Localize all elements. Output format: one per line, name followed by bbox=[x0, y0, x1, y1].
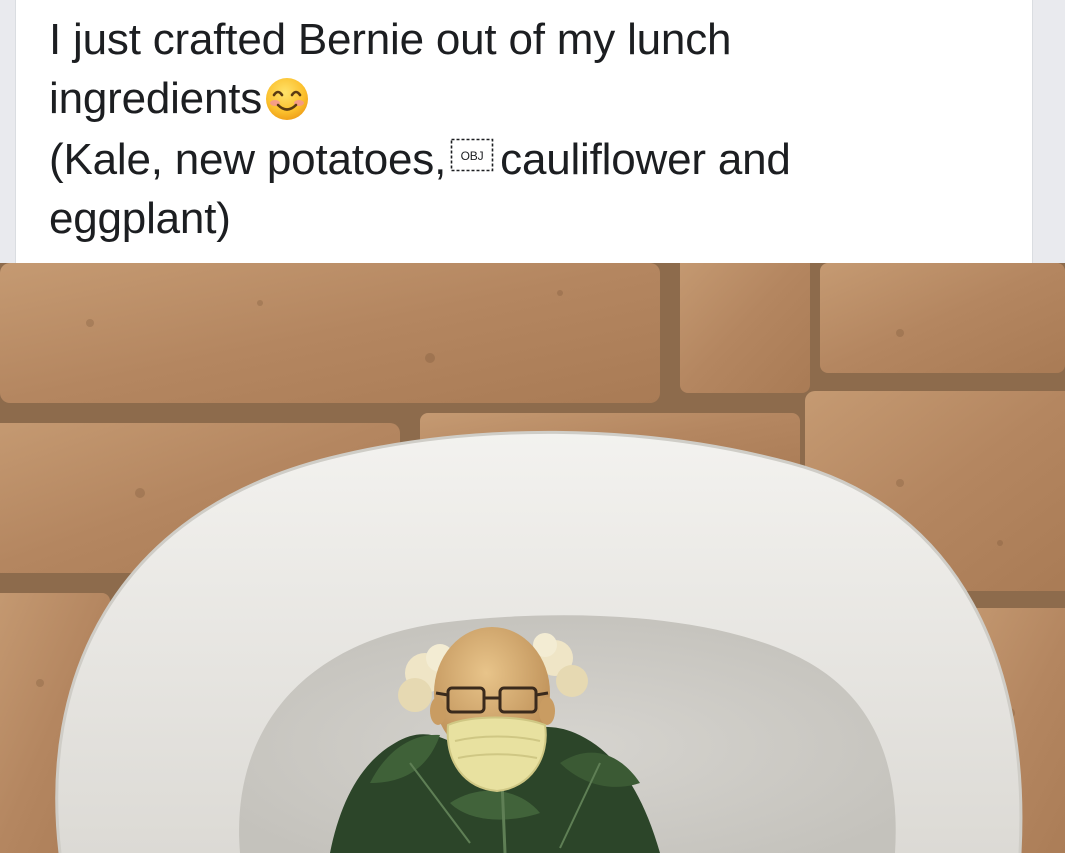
potato-ear bbox=[539, 697, 555, 725]
caption-line-3-continued: cauliflower and bbox=[500, 135, 791, 184]
brick bbox=[820, 263, 1065, 373]
bernie-vegetable-photo bbox=[0, 263, 1065, 853]
caption-line-3-text: (Kale, new potatoes, bbox=[49, 135, 447, 184]
social-post: I just crafted Bernie out of my lunch in… bbox=[0, 0, 1065, 853]
caption-line-3: (Kale, new potatoes, OBJ cauliflower and bbox=[49, 128, 1009, 189]
object-replacement-glyph-icon: OBJ bbox=[450, 128, 494, 172]
brick bbox=[680, 263, 810, 393]
caption-line-2-text: ingredients bbox=[49, 74, 263, 123]
brick bbox=[0, 263, 660, 403]
post-photo bbox=[0, 263, 1065, 853]
object-replacement-glyph-text: OBJ bbox=[461, 149, 484, 163]
potato-ear bbox=[430, 697, 446, 725]
caption-line-2: ingredients bbox=[49, 69, 1009, 128]
caption-line-1: I just crafted Bernie out of my lunch bbox=[49, 15, 732, 64]
post-caption-card: I just crafted Bernie out of my lunch in… bbox=[15, 0, 1033, 263]
post-caption: I just crafted Bernie out of my lunch in… bbox=[49, 10, 1009, 248]
caption-line-4: eggplant) bbox=[49, 194, 231, 243]
smiling-face-emoji-icon bbox=[264, 76, 310, 122]
